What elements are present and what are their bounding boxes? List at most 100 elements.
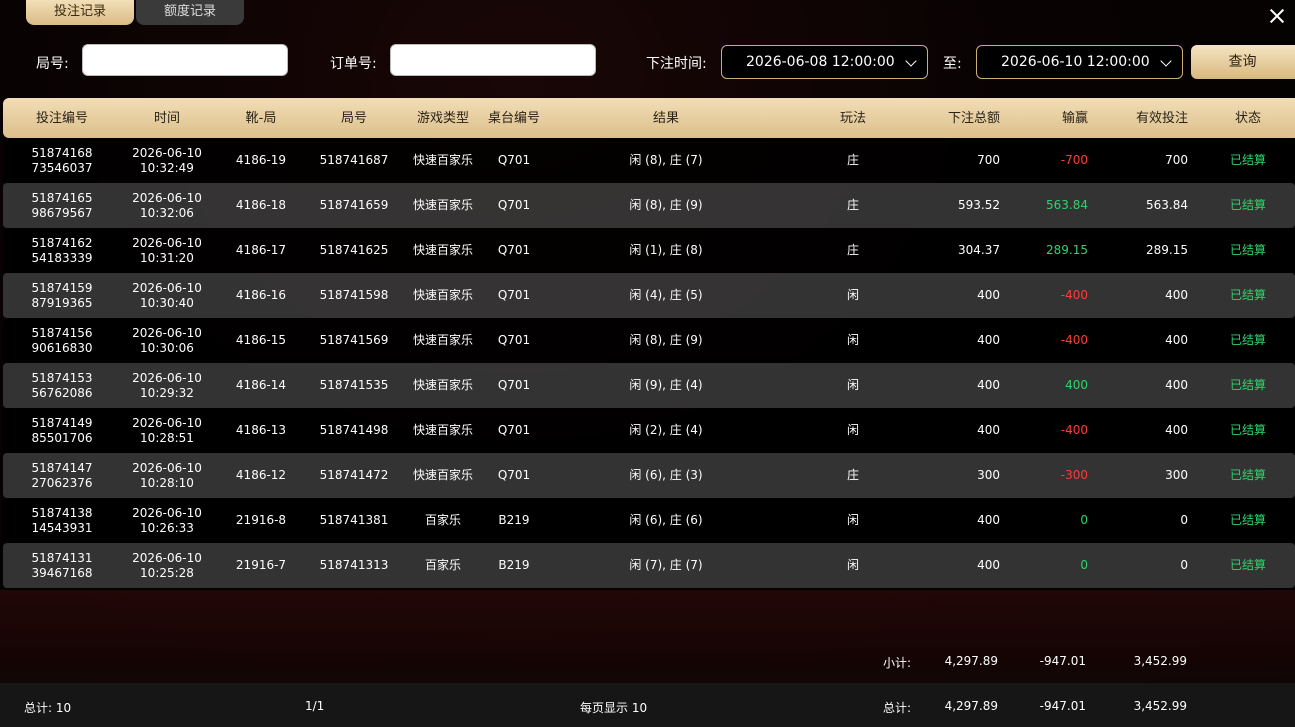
cell-round-no: 518741535 [309, 363, 399, 408]
chevron-down-icon [905, 55, 917, 67]
start-time-select[interactable]: 2026-06-08 12:00:00 [721, 45, 928, 79]
order-label: 订单号: [330, 56, 377, 72]
table-row: 51874153 56762086 2026-06-10 10:29:32 4186-1… [3, 363, 1295, 408]
cell-win-loss: 563.84 [988, 183, 1088, 228]
cell-status: 已结算 [1218, 228, 1278, 273]
cell-bet-id-text: 51874162 [31, 235, 93, 250]
cell-play-text: 闲 [846, 288, 859, 302]
cell-game-type-text: 快速百家乐 [412, 288, 473, 302]
cell-time-text: 2026-06-10 [132, 505, 202, 520]
cell-shoe-round-text: 4186-16 [235, 288, 287, 302]
cell-valid-bet: 0 [1088, 543, 1188, 588]
cell-status-text: 已结算 [1229, 243, 1266, 257]
query-button-label: 查询 [1228, 54, 1257, 70]
cell-bet-id-text: 51874159 [31, 280, 93, 295]
cell-valid-bet: 289.15 [1088, 228, 1188, 273]
col-status: 状态 [1234, 110, 1261, 126]
cell-time: 2026-06-10 10:31:20 [125, 228, 209, 273]
cell-time: 2026-06-10 10:32:06 [125, 183, 209, 228]
cell-status-text: 已结算 [1229, 423, 1266, 437]
cell-shoe-round-text: 4186-14 [235, 378, 287, 392]
per-page[interactable]: 每页显示 10 [580, 699, 647, 716]
cell-round-no-text: 518741625 [319, 243, 389, 257]
cell-bet-id: 51874147 27062376 [15, 453, 109, 498]
cell-table-no-text: Q701 [497, 333, 531, 347]
cell-win-loss: 0 [988, 498, 1088, 543]
cell-bet-total: 300 [883, 453, 1000, 498]
cell-status: 已结算 [1218, 318, 1278, 363]
query-button[interactable]: 查询 [1191, 45, 1295, 79]
cell-round-no-text: 518741313 [319, 558, 389, 572]
cell-shoe-round: 21916-8 [221, 498, 301, 543]
subtotal-bet: 4,297.89 [944, 654, 998, 668]
total-bet: 4,297.89 [944, 699, 998, 713]
table-row: 51874131 39467168 2026-06-10 10:25:28 21916-… [3, 543, 1295, 588]
cell-bet-id-text: 51874138 [31, 505, 93, 520]
cell-win-loss-text: -700 [1060, 153, 1088, 167]
cell-bet-total: 400 [883, 318, 1000, 363]
cell-time: 2026-06-10 10:26:33 [125, 498, 209, 543]
tab-bet-records[interactable]: 投注记录 [26, 0, 134, 25]
subtotal-valid: 3,452.99 [1133, 654, 1187, 668]
cell-table-no-text: Q701 [497, 288, 531, 302]
cell-shoe-round: 4186-13 [221, 408, 301, 453]
cell-time-text: 2026-06-10 [132, 145, 202, 160]
cell-shoe-round: 4186-18 [221, 183, 301, 228]
cell-bet-id: 51874149 85501706 [15, 408, 109, 453]
close-icon[interactable] [1267, 6, 1287, 26]
cell-valid-bet-text: 289.15 [1146, 243, 1188, 257]
cell-bet-id-text: 51874131 [31, 550, 93, 565]
cell-valid-bet: 400 [1088, 318, 1188, 363]
cell-table-no: Q701 [479, 408, 549, 453]
cell-time-text: 2026-06-10 [132, 190, 202, 205]
cell-game-type: 快速百家乐 [403, 183, 483, 228]
cell-valid-bet-text: 400 [1165, 288, 1188, 302]
cell-shoe-round: 4186-12 [221, 453, 301, 498]
cell-result: 闲 (2), 庄 (4) [606, 408, 726, 453]
cell-game-type: 快速百家乐 [403, 363, 483, 408]
cell-play: 闲 [813, 408, 893, 453]
cell-round-no: 518741498 [309, 408, 399, 453]
cell-time-text: 10:28:10 [140, 475, 194, 490]
cell-time: 2026-06-10 10:29:32 [125, 363, 209, 408]
cell-table-no-text: B219 [498, 558, 530, 572]
start-time-value: 2026-06-08 12:00:00 [746, 54, 895, 70]
tab-credit-records[interactable]: 额度记录 [136, 0, 244, 25]
table-row: 51874165 98679567 2026-06-10 10:32:06 4186-1… [3, 183, 1295, 228]
cell-time-text: 10:25:28 [140, 565, 194, 580]
cell-round-no-text: 518741687 [319, 153, 389, 167]
cell-status-text: 已结算 [1229, 333, 1266, 347]
cell-play-text: 庄 [846, 468, 859, 482]
col-bet-total: 下注总额 [947, 110, 1000, 126]
subtotal-winloss: -947.01 [1039, 654, 1086, 668]
cell-time-text: 2026-06-10 [132, 235, 202, 250]
cell-bet-total: 400 [883, 363, 1000, 408]
cell-bet-id-text: 51874156 [31, 325, 93, 340]
end-time-value: 2026-06-10 12:00:00 [1001, 54, 1150, 70]
cell-time-text: 2026-06-10 [132, 370, 202, 385]
cell-bet-total: 400 [883, 498, 1000, 543]
cell-result-text: 闲 (6), 庄 (3) [629, 468, 703, 482]
cell-bet-total: 593.52 [883, 183, 1000, 228]
col-round-no: 局号 [340, 110, 367, 126]
cell-play: 庄 [813, 453, 893, 498]
page-indicator[interactable]: 1/1 [305, 699, 324, 713]
cell-status-text: 已结算 [1229, 513, 1266, 527]
cell-table-no: Q701 [479, 453, 549, 498]
end-time-select[interactable]: 2026-06-10 12:00:00 [976, 45, 1183, 79]
round-input[interactable] [82, 44, 288, 76]
order-input[interactable] [390, 44, 596, 76]
cell-round-no: 518741659 [309, 183, 399, 228]
cell-valid-bet: 400 [1088, 273, 1188, 318]
cell-bet-id: 51874162 54183339 [15, 228, 109, 273]
cell-status: 已结算 [1218, 543, 1278, 588]
cell-bet-id: 51874159 87919365 [15, 273, 109, 318]
cell-result-text: 闲 (8), 庄 (9) [629, 198, 703, 212]
total-label: 总计: [883, 701, 912, 715]
cell-time-text: 2026-06-10 [132, 280, 202, 295]
cell-play-text: 庄 [846, 153, 859, 167]
cell-bet-id-text: 51874165 [31, 190, 93, 205]
cell-result: 闲 (7), 庄 (7) [606, 543, 726, 588]
cell-valid-bet: 700 [1088, 138, 1188, 183]
table-row: 51874156 90616830 2026-06-10 10:30:06 4186-1… [3, 318, 1295, 363]
